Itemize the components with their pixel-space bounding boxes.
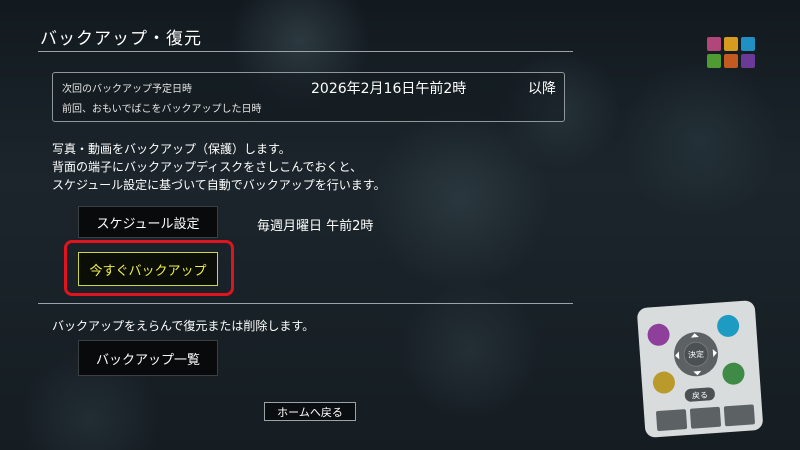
color-keys — [707, 37, 755, 68]
schedule-settings-button[interactable]: スケジュール設定 — [78, 206, 218, 238]
title-divider — [38, 51, 573, 52]
last-backup-label: 前回、おもいでばこをバックアップした日時 — [62, 104, 262, 115]
backup-now-button[interactable]: 今すぐバックアップ — [78, 252, 218, 286]
remote-bottom-key-2 — [689, 406, 722, 429]
description-line-2: 背面の端子にバックアップディスクをさしこんでおくと、 — [52, 160, 363, 174]
color-key-5 — [724, 54, 738, 68]
description-line-1: 写真・動画をバックアップ（保護）します。 — [52, 142, 291, 156]
home-button[interactable]: ホームへ戻る — [264, 402, 356, 421]
schedule-value: 毎週月曜日 午前2時 — [257, 219, 374, 234]
backup-description: 写真・動画をバックアップ（保護）します。 背面の端子にバックアップディスクをさし… — [52, 140, 386, 194]
color-key-3 — [741, 37, 755, 51]
remote-enter-label: 決定 — [688, 349, 705, 360]
remote-bottom-key-1 — [656, 409, 688, 431]
section-divider — [38, 303, 573, 304]
color-key-1 — [707, 37, 721, 51]
backup-list-button[interactable]: バックアップ一覧 — [78, 340, 218, 376]
remote-control-guide: 決定 戻る — [637, 300, 763, 438]
next-backup-suffix: 以降 — [528, 81, 556, 97]
remote-back-label: 戻る — [692, 390, 709, 401]
color-key-6 — [741, 54, 755, 68]
next-backup-label: 次回のバックアップ予定日時 — [62, 84, 192, 95]
color-key-4 — [707, 54, 721, 68]
next-backup-datetime: 2026年2月16日午前2時 — [311, 81, 467, 97]
page-title: バックアップ・復元 — [40, 29, 202, 49]
color-key-2 — [724, 37, 738, 51]
restore-description: バックアップをえらんで復元または削除します。 — [52, 319, 315, 333]
remote-bottom-key-3 — [723, 404, 755, 427]
description-line-3: スケジュール設定に基づいて自動でバックアップを行います。 — [52, 178, 386, 192]
schedule-info-box: 次回のバックアップ予定日時 前回、おもいでばこをバックアップした日時 2026年… — [52, 72, 565, 122]
